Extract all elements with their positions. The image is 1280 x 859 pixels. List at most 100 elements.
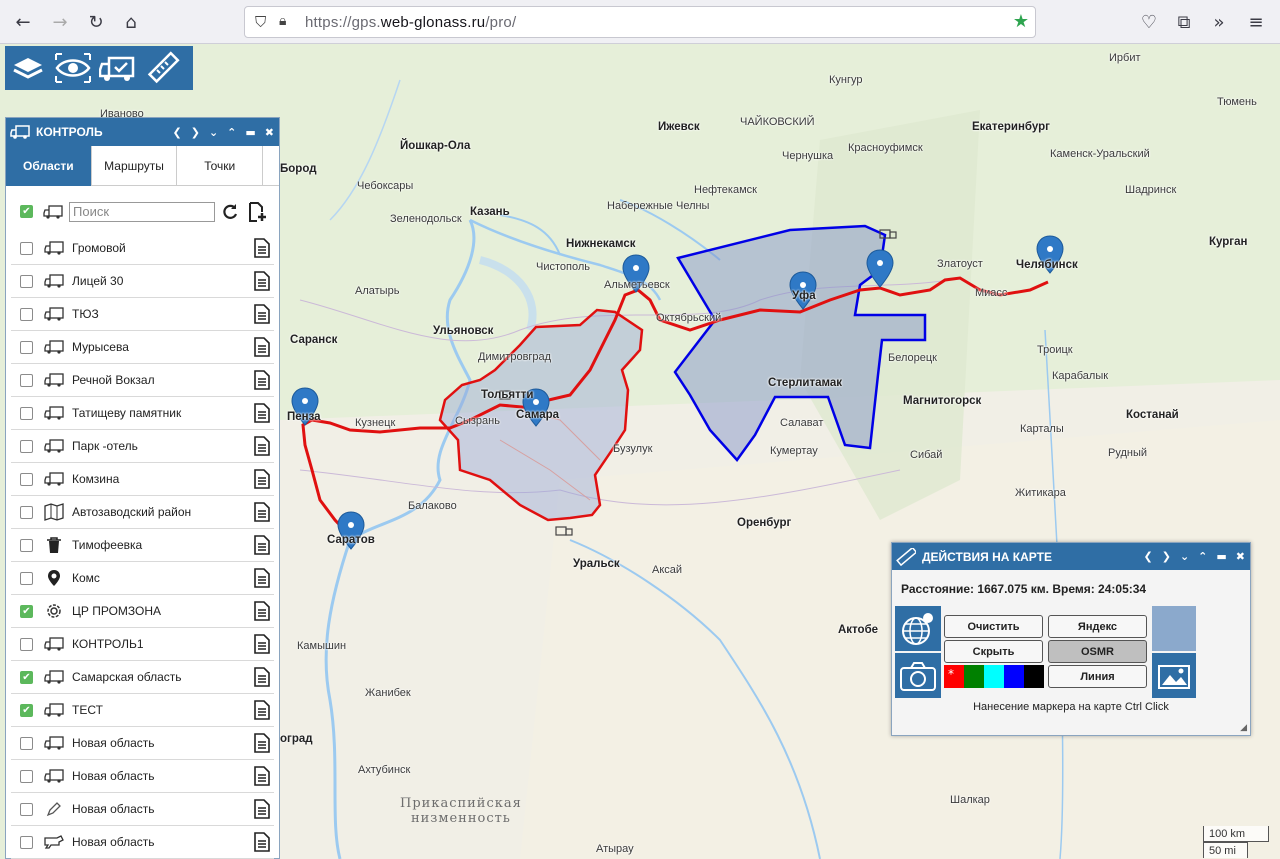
document-icon[interactable]	[254, 469, 272, 489]
document-icon[interactable]	[254, 832, 272, 852]
chevron-up-icon[interactable]: ⌃	[227, 126, 236, 139]
reload-icon[interactable]: ↻	[83, 10, 109, 36]
item-checkbox[interactable]	[20, 241, 33, 255]
refresh-icon[interactable]	[221, 203, 239, 221]
document-icon[interactable]	[254, 436, 272, 456]
item-checkbox[interactable]	[20, 340, 33, 354]
overflow-chevron-icon[interactable]: »	[1206, 10, 1232, 36]
resize-handle-icon[interactable]: ◢	[1240, 722, 1247, 733]
color-swatch-black[interactable]	[1024, 665, 1044, 688]
list-item[interactable]: ✔ ЦР ПРОМЗОНА	[11, 595, 274, 628]
color-swatch-cyan[interactable]	[984, 665, 1004, 688]
list-item[interactable]: КОНТРОЛЬ1	[11, 628, 274, 661]
layers-icon[interactable]	[5, 46, 50, 90]
item-checkbox[interactable]	[20, 373, 33, 387]
control-panel-header[interactable]: КОНТРОЛЬ ❮ ❯ ⌄ ⌃ ▬ ✖	[6, 118, 279, 146]
bookmark-star-icon[interactable]: ★	[1013, 11, 1029, 32]
eye-icon[interactable]	[50, 46, 95, 90]
hide-button[interactable]: Скрыть	[944, 640, 1043, 663]
list-item[interactable]: Новая область	[11, 727, 274, 760]
list-item[interactable]: Новая область	[11, 793, 274, 826]
chevron-right-icon[interactable]: ❯	[191, 126, 200, 139]
address-bar[interactable]: ⛉ 🔒︎ https://gps.web-glonass.ru/pro/ ★	[244, 6, 1036, 38]
document-icon[interactable]	[254, 733, 272, 753]
pocket-icon[interactable]: ♡	[1136, 10, 1162, 36]
item-checkbox[interactable]	[20, 571, 33, 585]
image-icon[interactable]	[1152, 653, 1196, 698]
document-icon[interactable]	[254, 634, 272, 654]
list-item[interactable]: Лицей 30	[11, 265, 274, 298]
document-icon[interactable]	[254, 535, 272, 555]
line-button[interactable]: Линия	[1048, 665, 1147, 688]
list-item[interactable]: Речной Вокзал	[11, 364, 274, 397]
minimize-icon[interactable]: ▬	[245, 126, 255, 139]
item-checkbox[interactable]: ✔	[20, 703, 33, 717]
color-swatch-green[interactable]	[964, 665, 984, 688]
extensions-icon[interactable]: ⧉	[1171, 10, 1197, 36]
clear-button[interactable]: Очистить	[944, 615, 1043, 638]
back-arrow-icon[interactable]: ←	[10, 10, 36, 36]
ruler-icon[interactable]	[140, 46, 185, 90]
add-file-icon[interactable]	[247, 201, 267, 222]
document-icon[interactable]	[254, 271, 272, 291]
globe-icon[interactable]	[895, 606, 941, 651]
list-item[interactable]: Комзина	[11, 463, 274, 496]
item-checkbox[interactable]	[20, 769, 33, 783]
list-item[interactable]: Парк -отель	[11, 430, 274, 463]
search-input[interactable]	[69, 201, 215, 222]
url-text[interactable]: https://gps.web-glonass.ru/pro/	[305, 14, 516, 31]
list-item[interactable]: Тимофеевка	[11, 529, 274, 562]
close-icon[interactable]: ✖	[265, 126, 274, 139]
chevron-down-icon[interactable]: ⌄	[209, 126, 218, 139]
osmr-button[interactable]: OSMR	[1048, 640, 1147, 663]
list-item[interactable]: ✔ Самарская область	[11, 661, 274, 694]
select-all-checkbox[interactable]: ✔	[20, 205, 33, 218]
document-icon[interactable]	[254, 304, 272, 324]
list-item[interactable]: Мурысева	[11, 331, 274, 364]
document-icon[interactable]	[254, 766, 272, 786]
chevron-down-icon[interactable]: ⌄	[1180, 550, 1189, 563]
document-icon[interactable]	[254, 601, 272, 621]
document-icon[interactable]	[254, 568, 272, 588]
chevron-right-icon[interactable]: ❯	[1162, 550, 1171, 563]
document-icon[interactable]	[254, 403, 272, 423]
document-icon[interactable]	[254, 370, 272, 390]
item-checkbox[interactable]	[20, 736, 33, 750]
item-checkbox[interactable]: ✔	[20, 670, 33, 684]
item-checkbox[interactable]	[20, 274, 33, 288]
item-checkbox[interactable]	[20, 472, 33, 486]
item-checkbox[interactable]	[20, 307, 33, 321]
document-icon[interactable]	[254, 667, 272, 687]
document-icon[interactable]	[254, 337, 272, 357]
list-item[interactable]: Громовой	[11, 232, 274, 265]
menu-icon[interactable]: ≡	[1243, 10, 1269, 36]
map-actions-header[interactable]: ДЕЙСТВИЯ НА КАРТЕ ❮ ❯ ⌄ ⌃ ▬ ✖	[892, 543, 1250, 570]
tab-routes[interactable]: Маршруты	[92, 146, 178, 186]
list-item[interactable]: Новая область	[11, 826, 274, 859]
minimize-icon[interactable]: ▬	[1216, 550, 1226, 563]
chevron-left-icon[interactable]: ❮	[1144, 550, 1153, 563]
forward-arrow-icon[interactable]: →	[47, 10, 73, 36]
item-checkbox[interactable]	[20, 505, 33, 519]
list-item[interactable]: Автозаводский район	[11, 496, 274, 529]
color-swatch-red[interactable]: *	[944, 665, 964, 688]
tab-points[interactable]: Точки	[177, 146, 264, 186]
shield-icon[interactable]: ⛉	[255, 13, 266, 31]
color-swatch-blue[interactable]	[1004, 665, 1024, 688]
item-checkbox[interactable]	[20, 802, 33, 816]
item-checkbox[interactable]	[20, 637, 33, 651]
lock-icon[interactable]: 🔒︎	[279, 13, 286, 29]
yandex-button[interactable]: Яндекс	[1048, 615, 1147, 638]
camera-icon[interactable]	[895, 653, 941, 698]
close-icon[interactable]: ✖	[1236, 550, 1245, 563]
item-checkbox[interactable]	[20, 439, 33, 453]
list-item[interactable]: Татищеву памятник	[11, 397, 274, 430]
item-checkbox[interactable]	[20, 835, 33, 849]
list-item[interactable]: Комс	[11, 562, 274, 595]
chevron-up-icon[interactable]: ⌃	[1198, 550, 1207, 563]
list-item[interactable]: Новая область	[11, 760, 274, 793]
tab-areas[interactable]: Области	[6, 146, 92, 186]
list-item[interactable]: ✔ ТЕСТ	[11, 694, 274, 727]
item-checkbox[interactable]	[20, 406, 33, 420]
item-checkbox[interactable]: ✔	[20, 604, 33, 618]
